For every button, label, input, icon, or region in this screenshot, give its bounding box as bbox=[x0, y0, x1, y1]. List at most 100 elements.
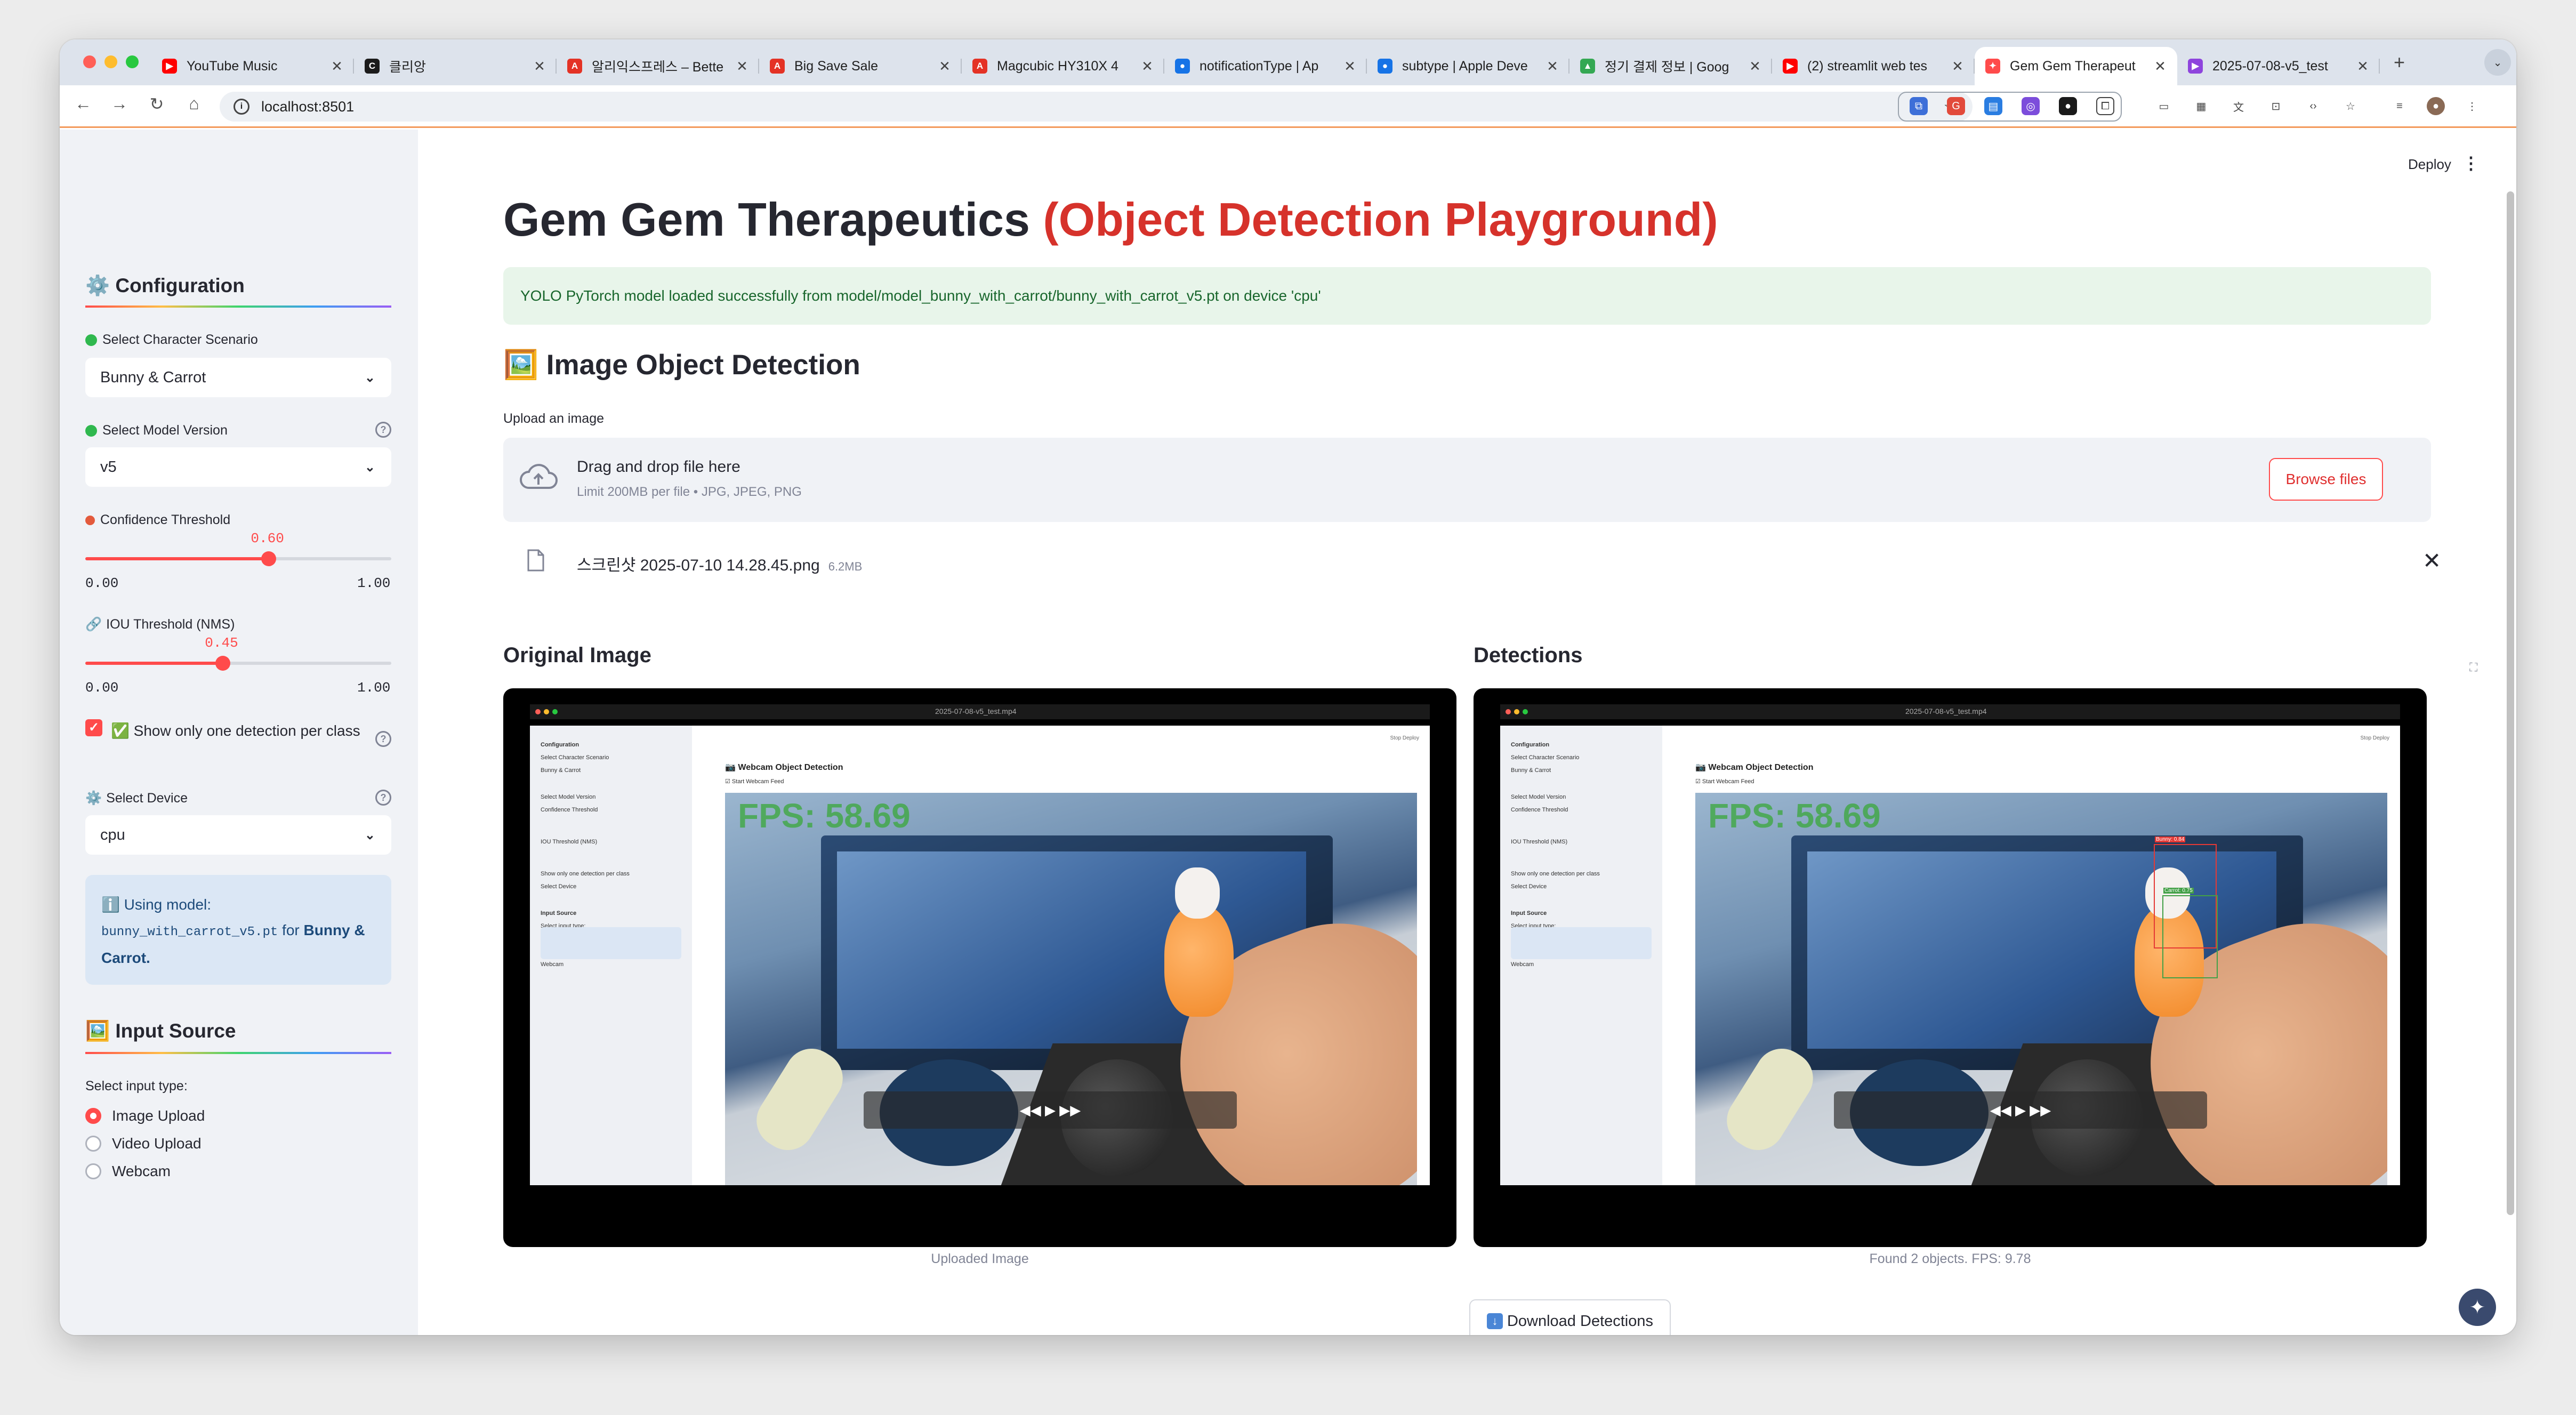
iou-slider-handle[interactable] bbox=[215, 656, 231, 671]
profile-avatar[interactable]: ● bbox=[2427, 97, 2445, 115]
close-tab-icon[interactable]: ✕ bbox=[1546, 58, 1559, 75]
browser-tab[interactable]: ● notificationType | Ap ✕ bbox=[1164, 47, 1367, 85]
close-tab-icon[interactable]: ✕ bbox=[736, 58, 748, 75]
scenario-select[interactable]: Bunny & Carrot ⌄ bbox=[85, 358, 391, 397]
home-icon[interactable]: ⌂ bbox=[182, 94, 206, 114]
deploy-button[interactable]: Deploy bbox=[2408, 156, 2451, 173]
fullscreen-icon[interactable]: ⛶ bbox=[2469, 661, 2477, 674]
browser-tab[interactable]: ▲ 정기 결제 정보 | Goog ✕ bbox=[1569, 47, 1772, 85]
device-select[interactable]: cpu ⌄ bbox=[85, 815, 391, 855]
browser-tab[interactable]: ▶ 2025-07-08-v5_test ✕ bbox=[2177, 47, 2380, 85]
extension-icon-red[interactable]: G bbox=[1947, 97, 1965, 115]
browse-files-button[interactable]: Browse files bbox=[2269, 458, 2383, 501]
screenshot-sidebar-text: Select Device bbox=[541, 883, 577, 890]
help-icon[interactable]: ? bbox=[375, 731, 391, 747]
browser-tab[interactable]: ✦ Gem Gem Therapeut ✕ bbox=[1975, 47, 2177, 85]
radio-option[interactable]: Video Upload bbox=[85, 1135, 202, 1152]
reload-icon[interactable]: ↻ bbox=[145, 94, 168, 114]
browser-tab[interactable]: ▶ YouTube Music ✕ bbox=[151, 47, 354, 85]
cast-icon[interactable]: ▭ bbox=[2155, 97, 2173, 115]
help-icon[interactable]: ? bbox=[375, 790, 391, 806]
tab-title: 알리익스프레스 – Bette bbox=[592, 60, 724, 75]
device-label: ⚙️ Select Device bbox=[85, 791, 188, 806]
site-info-icon[interactable]: i bbox=[234, 99, 249, 115]
tab-title: Magcubic HY310X 4 bbox=[997, 58, 1118, 74]
browser-tab[interactable]: A 알리익스프레스 – Bette ✕ bbox=[557, 47, 759, 85]
one-per-class-checkbox[interactable]: ✓ bbox=[85, 719, 102, 736]
browser-tab[interactable]: C 클리앙 ✕ bbox=[354, 47, 557, 85]
chevron-down-icon: ⌄ bbox=[364, 827, 375, 842]
back-icon[interactable]: ← bbox=[71, 94, 95, 114]
extension-icon-purple[interactable]: ◎ bbox=[2022, 97, 2040, 115]
devtools-icon[interactable]: ‹› bbox=[2304, 97, 2322, 115]
confidence-slider-handle[interactable] bbox=[261, 551, 277, 566]
bookmark-icon[interactable]: ☆ bbox=[2341, 97, 2360, 115]
close-tab-icon[interactable]: ✕ bbox=[938, 58, 951, 75]
confidence-slider[interactable] bbox=[85, 551, 391, 566]
main-menu-icon[interactable]: ⋮ bbox=[2462, 153, 2480, 173]
bunny-figure bbox=[1175, 867, 1220, 919]
link-icon: 🔗 bbox=[85, 617, 102, 632]
tab-title: notificationType | Ap bbox=[1200, 58, 1319, 74]
new-tab-button[interactable]: + bbox=[2394, 51, 2405, 74]
radio-option[interactable]: Webcam bbox=[85, 1163, 171, 1180]
install-app-icon[interactable]: ⊡ bbox=[2267, 97, 2285, 115]
forward-icon[interactable]: → bbox=[108, 94, 131, 114]
qr-icon[interactable]: ▦ bbox=[2192, 97, 2210, 115]
file-dropzone[interactable]: Drag and drop file here Limit 200MB per … bbox=[503, 438, 2431, 522]
extension-icon-dark[interactable]: ● bbox=[2059, 97, 2077, 115]
close-tab-icon[interactable]: ✕ bbox=[1749, 58, 1761, 75]
close-window-button[interactable] bbox=[83, 55, 96, 68]
iou-slider-fill bbox=[85, 662, 223, 665]
dropzone-limit: Limit 200MB per file • JPG, JPEG, PNG bbox=[577, 485, 802, 499]
minimize-window-button[interactable] bbox=[104, 55, 117, 68]
browser-menu-icon[interactable]: ⋮ bbox=[2463, 97, 2481, 115]
translate-icon[interactable]: 文 bbox=[2229, 97, 2248, 115]
close-tab-icon[interactable]: ✕ bbox=[331, 58, 343, 75]
pinned-extensions bbox=[1898, 92, 2122, 122]
radio-circle[interactable] bbox=[85, 1163, 101, 1179]
close-tab-icon[interactable]: ✕ bbox=[2356, 58, 2369, 75]
assistant-sparkle-button[interactable]: ✦ bbox=[2459, 1289, 2496, 1326]
radio-circle[interactable] bbox=[85, 1136, 101, 1152]
scrollbar[interactable] bbox=[2507, 191, 2514, 1215]
radio-circle[interactable] bbox=[85, 1108, 101, 1124]
close-tab-icon[interactable]: ✕ bbox=[2154, 58, 2167, 75]
help-icon[interactable]: ? bbox=[375, 422, 391, 438]
screenshot-sidebar-text: Select Character Scenario bbox=[541, 754, 609, 761]
remove-file-icon[interactable]: ✕ bbox=[2422, 548, 2441, 574]
browser-tab[interactable]: ● subtype | Apple Deve ✕ bbox=[1367, 47, 1569, 85]
tab-search-button[interactable]: ⌄ bbox=[2484, 49, 2511, 76]
radio-option[interactable]: Image Upload bbox=[85, 1107, 205, 1124]
tab-favicon-icon: ▶ bbox=[1783, 59, 1798, 74]
cloud-upload-icon bbox=[520, 464, 558, 489]
iou-slider[interactable] bbox=[85, 656, 391, 671]
close-dot bbox=[1506, 709, 1511, 714]
zoom-window-button[interactable] bbox=[126, 55, 139, 68]
close-tab-icon[interactable]: ✕ bbox=[1141, 58, 1154, 75]
uploaded-file-name: 스크린샷 2025-07-10 14.28.45.png 6.2MB bbox=[577, 557, 863, 574]
download-detections-button[interactable]: ↓ Download Detections bbox=[1469, 1299, 1671, 1335]
close-tab-icon[interactable]: ✕ bbox=[1343, 58, 1356, 75]
green-dot-icon bbox=[85, 334, 97, 346]
browser-tab[interactable]: A Big Save Sale ✕ bbox=[759, 47, 962, 85]
reading-list-icon[interactable]: ≡ bbox=[2390, 97, 2409, 115]
extensions-puzzle-icon[interactable]: ⧠ bbox=[2096, 97, 2114, 115]
confidence-label: Confidence Threshold bbox=[85, 512, 230, 528]
address-bar[interactable]: i localhost:8501 ☆ bbox=[220, 92, 1973, 122]
tab-title: 2025-07-08-v5_test bbox=[2212, 58, 2328, 74]
browser-tab[interactable]: ▶ (2) streamlit web tes ✕ bbox=[1772, 47, 1975, 85]
success-alert: YOLO PyTorch model loaded successfully f… bbox=[503, 267, 2431, 325]
close-tab-icon[interactable]: ✕ bbox=[533, 58, 546, 75]
window-controls bbox=[83, 55, 139, 68]
dropzone-title: Drag and drop file here bbox=[577, 458, 740, 476]
close-dot bbox=[535, 709, 541, 714]
model-select[interactable]: v5 ⌄ bbox=[85, 447, 391, 487]
extension-icon-blue[interactable]: ▤ bbox=[1984, 97, 2002, 115]
browser-tab[interactable]: A Magcubic HY310X 4 ✕ bbox=[962, 47, 1164, 85]
detections-heading: Detections bbox=[1474, 644, 1583, 667]
close-tab-icon[interactable]: ✕ bbox=[1951, 58, 1964, 75]
configuration-heading: ⚙️ Configuration bbox=[85, 275, 245, 296]
tab-strip: ▶ YouTube Music ✕ C 클리앙 ✕ A 알리익스프레스 – Bette ✕ A Bi… bbox=[60, 39, 2516, 85]
translate-extension-icon[interactable]: ⧉ bbox=[1910, 97, 1928, 115]
